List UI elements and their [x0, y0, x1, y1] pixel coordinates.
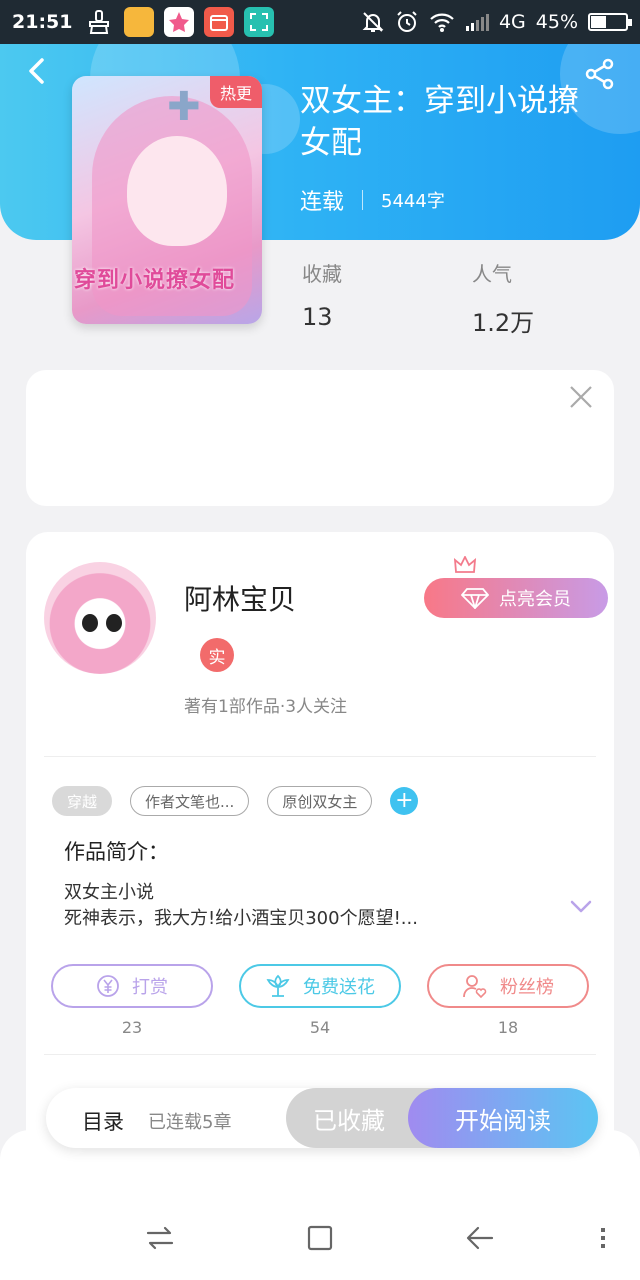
- diamond-icon: [461, 588, 489, 609]
- vip-button[interactable]: 点亮会员: [424, 578, 608, 618]
- ad-card: [26, 370, 614, 506]
- more-icon[interactable]: [596, 1222, 610, 1254]
- popularity-label: 人气: [472, 262, 512, 286]
- author-name[interactable]: 阿林宝贝: [184, 578, 296, 618]
- intro-text[interactable]: 双女主小说 死神表示，我大方!给小酒宝贝300个愿望!...: [64, 880, 418, 932]
- start-reading-button[interactable]: 开始阅读: [408, 1088, 598, 1148]
- favorites-value: 13: [302, 303, 333, 331]
- divider: [44, 756, 596, 757]
- hot-tag: 热更: [209, 76, 262, 108]
- favorites-label: 收藏: [302, 262, 342, 286]
- folder-app-icon: [124, 7, 155, 37]
- send-flower-label: 免费送花: [303, 977, 375, 998]
- yen-icon: [97, 975, 119, 997]
- book-status: 连载: [300, 190, 345, 215]
- add-tag-button[interactable]: +: [390, 787, 419, 815]
- battery-fill: [591, 16, 607, 28]
- reward-label: 打赏: [132, 977, 168, 998]
- close-icon[interactable]: [568, 384, 594, 410]
- vip-button-label: 点亮会员: [499, 589, 571, 610]
- fan-ranking-button[interactable]: 粉丝榜: [427, 964, 589, 1008]
- reward-button[interactable]: 打赏: [51, 964, 213, 1008]
- system-nav-bar: [0, 1130, 640, 1280]
- status-time: 21:51: [12, 11, 73, 33]
- gallery-app-icon: [164, 7, 195, 37]
- battery-icon: [588, 13, 632, 31]
- back-nav-icon[interactable]: [464, 1222, 496, 1254]
- calendar-app-icon: [204, 7, 235, 37]
- divider: [44, 1054, 596, 1055]
- bottom-action-bar: 目录 已连载5章 已收藏 开始阅读: [46, 1088, 598, 1148]
- status-bar: 21:51 4G 45%: [0, 0, 640, 44]
- book-title: 双女主：穿到小说撩女配: [300, 83, 579, 161]
- tag-item[interactable]: 作者文笔也...: [130, 786, 250, 816]
- crown-icon: [454, 556, 476, 573]
- intro-line: 死神表示，我大方!给小酒宝贝300个愿望!...: [64, 908, 418, 929]
- bell-off-icon: [362, 12, 384, 32]
- intro-title: 作品简介：: [64, 840, 169, 864]
- verified-badge: 实: [200, 638, 234, 672]
- toc-button[interactable]: 目录: [82, 1106, 124, 1136]
- book-cover[interactable]: ✚ 穿到小说撩女配 热更: [72, 76, 262, 324]
- home-icon[interactable]: [304, 1222, 336, 1254]
- popularity-value: 1.2万: [472, 309, 535, 337]
- signal-icon: [465, 14, 489, 31]
- fan-ranking-label: 粉丝榜: [500, 977, 554, 998]
- meta-divider: [362, 190, 364, 210]
- intro-line: 双女主小说: [64, 882, 154, 903]
- tag-item[interactable]: 穿越: [52, 786, 113, 816]
- wifi-icon: [430, 13, 454, 32]
- scanner-app-icon: [244, 7, 275, 37]
- author-avatar[interactable]: [44, 562, 156, 674]
- fan-count: 18: [497, 1018, 519, 1037]
- switch-icon[interactable]: [144, 1222, 176, 1254]
- flower-count: 54: [309, 1018, 331, 1037]
- chapter-count: 已连载5章: [148, 1112, 232, 1133]
- chevron-down-icon[interactable]: [570, 900, 592, 914]
- cleaner-icon: [89, 10, 110, 34]
- network-type: 4G: [498, 11, 526, 33]
- back-button[interactable]: [22, 56, 52, 86]
- favorites-stat: 收藏 13: [302, 258, 342, 331]
- tag-item[interactable]: 原创双女主: [267, 786, 373, 816]
- popularity-stat: 人气 1.2万: [472, 258, 534, 338]
- send-flower-button[interactable]: 免费送花: [239, 964, 401, 1008]
- word-count: 5444字: [381, 191, 445, 212]
- reward-count: 23: [121, 1018, 143, 1037]
- battery-percent: 45%: [535, 11, 578, 33]
- flower-icon: [266, 974, 290, 997]
- favorited-label: 已收藏: [313, 1106, 385, 1135]
- alarm-icon: [397, 11, 417, 32]
- share-button[interactable]: [584, 58, 616, 90]
- author-summary: 著有1部作品·3人关注: [184, 697, 348, 717]
- tag-list: 穿越 作者文笔也... 原创双女主 +: [52, 786, 419, 816]
- cover-title: 穿到小说撩女配: [74, 268, 236, 293]
- person-heart-icon: [463, 975, 487, 999]
- book-meta: 连载 5444字: [300, 184, 445, 216]
